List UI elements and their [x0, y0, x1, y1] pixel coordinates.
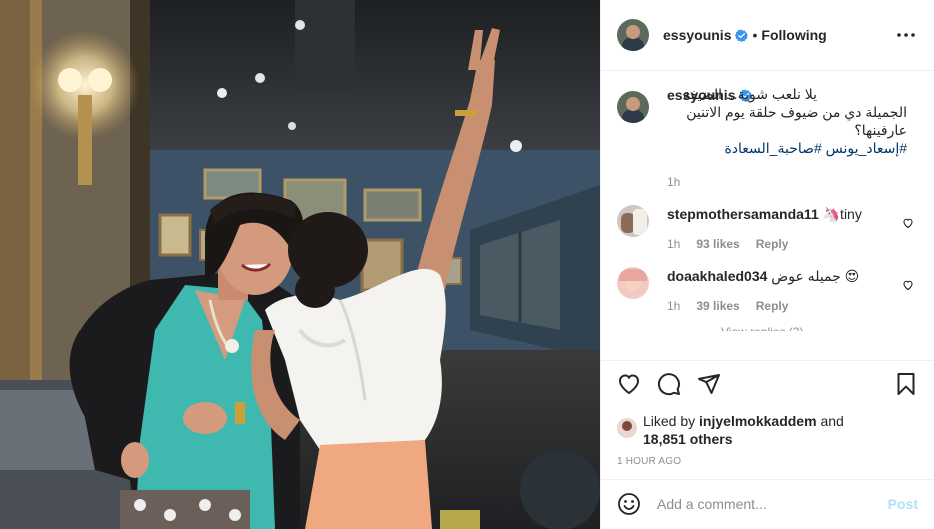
add-comment-bar: Post	[601, 478, 934, 529]
liked-by-prefix: Liked by	[643, 412, 696, 429]
likes-text: Liked by injyelmokkaddem and 18,851 othe…	[643, 408, 844, 449]
likes-others-count[interactable]: 18,851 others	[643, 431, 733, 447]
caption-hashtags[interactable]: #إسعاد_يونس #صاحبة_السعادة	[667, 139, 907, 157]
reply-button[interactable]: Reply	[756, 299, 789, 313]
caption-text: يلا نلعب شوية... الضيفة الجميلة دي من ضي…	[667, 85, 907, 139]
commenter-avatar[interactable]	[617, 267, 649, 300]
verified-badge-icon	[735, 29, 749, 42]
comment-bubble-icon[interactable]	[657, 372, 681, 396]
caption-body: essyounis يلا نلعب شوية... الضيفة الجميل…	[667, 85, 907, 190]
author-avatar[interactable]	[617, 19, 649, 52]
commenter-avatar[interactable]	[617, 205, 649, 238]
author-username[interactable]: essyounis	[663, 27, 731, 43]
paper-plane-icon[interactable]	[697, 372, 721, 396]
action-bar	[601, 360, 934, 407]
post-image	[0, 0, 600, 529]
more-options-icon[interactable]	[894, 23, 918, 47]
comment-body: doaakhaled034 جميله عوض 😍 1h 39 likes Re…	[667, 267, 887, 313]
comment-time: 1h	[667, 237, 681, 252]
comment-meta: 1h 39 likes Reply	[667, 299, 887, 313]
liked-by-username[interactable]: injyelmokkaddem	[699, 413, 817, 429]
comment-text: 🦄tiny	[822, 206, 862, 223]
following-button[interactable]: Following	[761, 27, 826, 43]
comment-likes[interactable]: 93 likes	[696, 237, 739, 251]
post-header: essyounis • Following	[601, 0, 934, 72]
liker-avatar[interactable]	[617, 417, 637, 438]
comment-input[interactable]	[657, 496, 888, 513]
emoji-smiley-icon[interactable]	[617, 492, 641, 516]
caption-author-avatar[interactable]	[617, 91, 649, 124]
separator-dot: •	[752, 27, 758, 44]
comments-list[interactable]: essyounis يلا نلعب شوية... الضيفة الجميل…	[601, 71, 934, 360]
comment-likes[interactable]: 39 likes	[696, 299, 739, 313]
liked-by-and: and	[820, 412, 844, 429]
heart-icon[interactable]	[617, 372, 641, 396]
comment-meta: 1h 93 likes Reply	[667, 237, 887, 251]
post-side-panel: essyounis • Following essyounis يلا نلعب…	[600, 0, 934, 529]
comment-line: stepmothersamanda11 🦄tiny	[667, 205, 887, 223]
comment-username[interactable]: stepmothersamanda11	[667, 206, 819, 222]
comment-body: stepmothersamanda11 🦄tiny 1h 93 likes Re…	[667, 205, 887, 251]
post-photo[interactable]	[0, 0, 600, 529]
likes-section: Liked by injyelmokkaddem and 18,851 othe…	[601, 408, 934, 449]
view-replies-link[interactable]: View replies (2)	[721, 325, 918, 331]
comment-item: stepmothersamanda11 🦄tiny 1h 93 likes Re…	[617, 205, 918, 251]
comment-item: doaakhaled034 جميله عوض 😍 1h 39 likes Re…	[617, 267, 918, 313]
caption-time: 1h	[667, 175, 681, 190]
caption-text-content: يلا نلعب شوية... الضيفة الجميلة دي من ضي…	[682, 86, 907, 139]
instagram-post-dialog: essyounis • Following essyounis يلا نلعب…	[0, 0, 934, 529]
posted-time[interactable]: 1 HOUR AGO	[601, 455, 934, 479]
post-comment-button[interactable]: Post	[888, 496, 918, 512]
bookmark-icon[interactable]	[894, 372, 918, 396]
reply-button[interactable]: Reply	[756, 237, 789, 251]
comment-username[interactable]: doaakhaled034	[667, 268, 767, 284]
comment-time: 1h	[667, 299, 681, 314]
comment-like-heart-icon[interactable]	[902, 279, 914, 291]
post-caption: essyounis يلا نلعب شوية... الضيفة الجميل…	[617, 85, 918, 190]
comment-like-heart-icon[interactable]	[902, 217, 914, 229]
comment-line: doaakhaled034 جميله عوض 😍	[667, 267, 887, 285]
comment-text: جميله عوض 😍	[771, 268, 860, 285]
